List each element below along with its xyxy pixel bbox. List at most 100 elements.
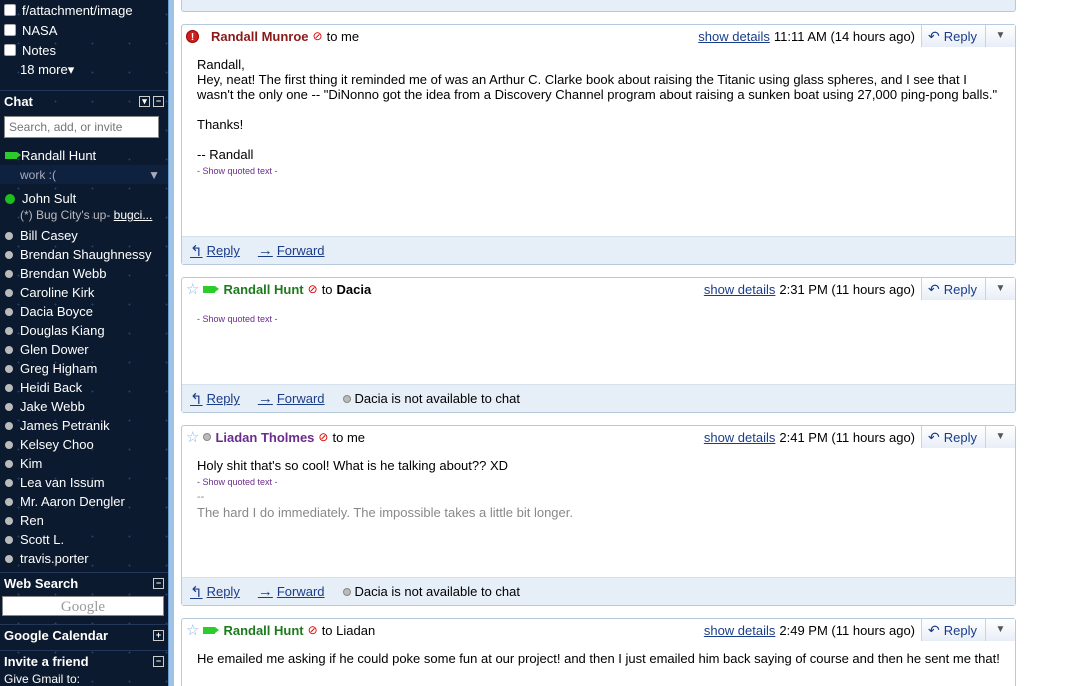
sender-name[interactable]: Randall Hunt [223,623,303,638]
label-item[interactable]: Notes [0,40,168,60]
previous-message-footer [181,0,1016,12]
contact-item[interactable]: James Petranik [0,416,168,435]
message: ! Randall Munroe ⊘ to me show details 11… [181,24,1016,265]
reply-icon: ↶ [928,621,940,638]
label-checkbox[interactable] [4,24,16,36]
contact-item[interactable]: Mr. Aaron Dengler [0,492,168,511]
reply-link[interactable]: ↰ Reply [190,390,240,408]
forward-link[interactable]: → Forward [258,583,325,600]
contact-item[interactable]: Ren [0,511,168,530]
contact-item[interactable]: Dacia Boyce [0,302,168,321]
my-status-select[interactable]: work :(▼ [0,165,168,184]
status-dot-icon [5,440,13,449]
not-available-icon: ⊘ [312,29,323,43]
contact-name: Ren [20,513,44,528]
message-header[interactable]: ☆ Liadan Tholmes ⊘ to me show details 2:… [182,426,1015,448]
contact-item[interactable]: Bill Casey [0,226,168,245]
status-dot-icon [5,250,13,259]
message-header[interactable]: ! Randall Munroe ⊘ to me show details 11… [182,25,1015,47]
contact-item[interactable]: Caroline Kirk [0,283,168,302]
status-dot-icon [5,288,13,297]
not-available-icon: ⊘ [318,430,329,444]
status-link[interactable]: bugci... [114,208,153,222]
status-dot-icon [5,402,13,411]
reply-icon: ↶ [928,428,940,445]
contact-item[interactable]: Brendan Webb [0,264,168,283]
label-checkbox[interactable] [4,44,16,56]
contact-name: Heidi Back [20,380,83,395]
invite-header: Invite a friend − [0,650,168,672]
show-details-link[interactable]: show details [704,430,776,445]
sender-name[interactable]: Liadan Tholmes [215,430,314,445]
message-body: - Show quoted text - [182,300,1015,327]
chat-search-input[interactable] [4,116,159,138]
star-icon[interactable]: ☆ [186,280,199,298]
forward-icon: → [257,583,273,600]
my-chat-status[interactable]: Randall Hunt [0,146,168,165]
chat-options-icon[interactable]: ▾ [139,96,150,107]
star-icon[interactable]: ☆ [186,621,199,639]
reply-icon: ↰ [190,583,203,601]
reply-button[interactable]: ↶ Reply [921,619,985,641]
message: ☆ Randall Hunt ⊘ to Liadan show details … [181,618,1016,686]
reply-options-icon[interactable]: ▼ [985,278,1015,300]
reply-options-icon[interactable]: ▼ [985,25,1015,47]
contact-item[interactable]: Kim [0,454,168,473]
contact-item[interactable]: travis.porter [0,549,168,568]
reply-options-icon[interactable]: ▼ [985,619,1015,641]
sender-name[interactable]: Randall Munroe [211,29,309,44]
status-dot-icon [5,497,13,506]
show-details-link[interactable]: show details [698,29,770,44]
show-details-link[interactable]: show details [704,623,776,638]
collapse-icon[interactable]: − [153,578,164,589]
recipient: to Liadan [321,622,376,638]
show-quoted-text-link[interactable]: - Show quoted text - [197,312,1000,327]
reply-button[interactable]: ↶ Reply [921,278,985,300]
forward-link[interactable]: → Forward [258,242,325,259]
contact-item[interactable]: Greg Higham [0,359,168,378]
collapse-icon[interactable]: − [153,656,164,667]
contact-item[interactable]: Lea van Issum [0,473,168,492]
contact-item[interactable]: Brendan Shaughnessy [0,245,168,264]
contact-item[interactable]: Kelsey Choo [0,435,168,454]
contact-name: Douglas Kiang [20,323,105,338]
message-time: 2:49 PM (11 hours ago) [779,622,916,638]
reply-link[interactable]: ↰ Reply [190,242,240,260]
reply-link[interactable]: ↰ Reply [190,583,240,601]
label-item[interactable]: f/attachment/image [0,0,168,20]
more-labels-link[interactable]: 18 more▾ [0,60,168,80]
contact-item[interactable]: Douglas Kiang [0,321,168,340]
contact-name: Scott L. [20,532,65,547]
contact-name: Kim [20,456,43,471]
label-checkbox[interactable] [4,4,16,16]
reply-button[interactable]: ↶ Reply [921,426,985,448]
message-header[interactable]: ☆ Randall Hunt ⊘ to Dacia show details 2… [182,278,1015,300]
show-details-link[interactable]: show details [704,282,776,297]
forward-link[interactable]: → Forward [258,390,325,407]
offline-dot-icon [203,433,212,441]
show-quoted-text-link[interactable]: - Show quoted text - [197,164,1000,179]
contact-item[interactable]: Jake Webb [0,397,168,416]
expand-icon[interactable]: + [153,630,164,641]
status-dot-icon [5,383,13,392]
sender-name[interactable]: Randall Hunt [223,282,303,297]
contact-item[interactable]: Heidi Back [0,378,168,397]
status-dot-icon [5,478,13,487]
contact-name: Greg Higham [20,361,98,376]
google-search-box[interactable]: Google [2,596,164,616]
reply-options-icon[interactable]: ▼ [985,426,1015,448]
message-time: 2:31 PM (11 hours ago) [779,281,916,297]
reply-icon: ↰ [190,242,203,260]
contact-list: Bill Casey Brendan Shaughnessy Brendan Web… [0,226,168,568]
show-quoted-text-link[interactable]: - Show quoted text - [197,475,1000,490]
collapse-icon[interactable]: − [153,96,164,107]
star-icon[interactable]: ☆ [186,428,199,446]
contact-name: Bill Casey [20,228,78,243]
reply-icon: ↶ [928,280,940,297]
contact-item[interactable]: Scott L. [0,530,168,549]
contact-item[interactable]: Glen Dower [0,340,168,359]
label-item[interactable]: NASA [0,20,168,40]
contact-item[interactable]: John Sult [0,189,168,208]
message-header[interactable]: ☆ Randall Hunt ⊘ to Liadan show details … [182,619,1015,641]
reply-button[interactable]: ↶ Reply [921,25,985,47]
